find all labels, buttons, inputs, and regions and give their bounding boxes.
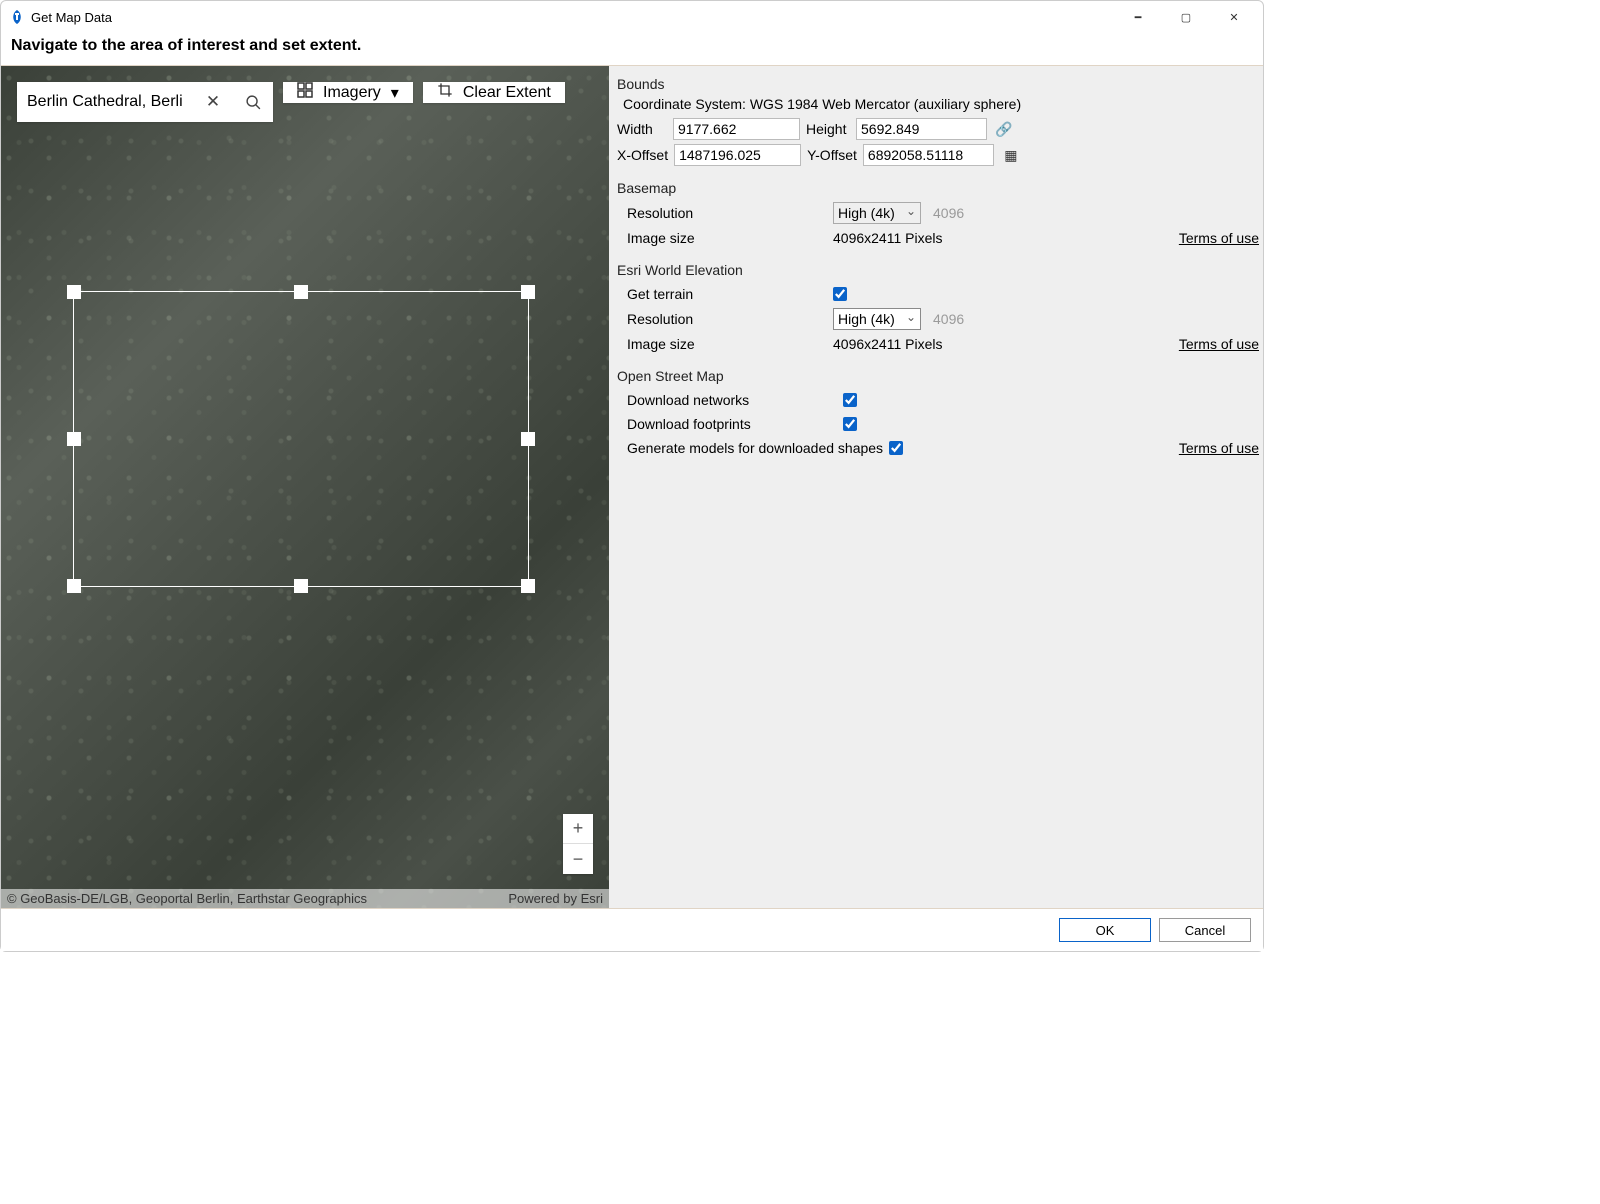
zoom-out-button[interactable]: − <box>563 844 593 874</box>
qr-icon[interactable]: ▦ <box>1000 147 1022 164</box>
osm-title: Open Street Map <box>615 364 1259 388</box>
basemap-res-label: Resolution <box>627 205 827 221</box>
search-group: ✕ <box>17 82 273 122</box>
close-button[interactable]: ✕ <box>1213 1 1255 33</box>
xoffset-input[interactable] <box>674 144 801 166</box>
elevation-title: Esri World Elevation <box>615 258 1259 282</box>
basemap-title: Basemap <box>615 176 1259 200</box>
bounds-title: Bounds <box>615 72 1259 96</box>
basemap-grid-icon <box>297 82 313 103</box>
extent-rectangle[interactable] <box>73 291 529 587</box>
cancel-button[interactable]: Cancel <box>1159 918 1251 942</box>
width-input[interactable] <box>673 118 800 140</box>
zoom-control: + − <box>563 814 593 874</box>
basemap-size-value: 4096x2411 Pixels <box>833 230 942 246</box>
yoffset-input[interactable] <box>863 144 994 166</box>
osm-generate-label: Generate models for downloaded shapes <box>627 440 883 456</box>
attribution-bar: © GeoBasis-DE/LGB, Geoportal Berlin, Ear… <box>1 889 609 908</box>
search-icon[interactable] <box>233 82 273 122</box>
map-panel[interactable]: ✕ Imagery ▾ Clear Extent <box>1 66 609 908</box>
app-icon <box>9 9 25 25</box>
elev-terms-link[interactable]: Terms of use <box>1179 336 1259 352</box>
osm-networks-label: Download networks <box>627 392 837 408</box>
map-toolbar: ✕ Imagery ▾ Clear Extent <box>17 82 565 122</box>
extent-handle-top-mid[interactable] <box>294 285 308 299</box>
extent-handle-top-left[interactable] <box>67 285 81 299</box>
elev-res-label: Resolution <box>627 311 827 327</box>
terrain-label: Get terrain <box>627 286 827 302</box>
chevron-down-icon: ▾ <box>391 83 399 103</box>
basemap-res-px: 4096 <box>933 205 964 221</box>
main-area: ✕ Imagery ▾ Clear Extent <box>1 65 1263 909</box>
clear-extent-label: Clear Extent <box>463 84 551 102</box>
height-input[interactable] <box>856 118 987 140</box>
instruction-text: Navigate to the area of interest and set… <box>1 33 1263 65</box>
osm-footprints-checkbox[interactable] <box>843 417 857 431</box>
extent-handle-mid-right[interactable] <box>521 432 535 446</box>
basemap-terms-link[interactable]: Terms of use <box>1179 230 1259 246</box>
clear-extent-button[interactable]: Clear Extent <box>423 82 565 103</box>
osm-networks-checkbox[interactable] <box>843 393 857 407</box>
settings-panel: Bounds Coordinate System: WGS 1984 Web M… <box>609 66 1263 908</box>
crop-icon <box>437 82 453 103</box>
clear-search-icon[interactable]: ✕ <box>193 82 233 122</box>
basemap-label: Imagery <box>323 84 381 102</box>
width-label: Width <box>617 121 667 137</box>
titlebar: Get Map Data ━ ▢ ✕ <box>1 1 1263 33</box>
window-title: Get Map Data <box>31 10 1111 25</box>
basemap-size-label: Image size <box>627 230 827 246</box>
elev-res-px: 4096 <box>933 311 964 327</box>
osm-footprints-label: Download footprints <box>627 416 837 432</box>
zoom-in-button[interactable]: + <box>563 814 593 844</box>
extent-handle-top-right[interactable] <box>521 285 535 299</box>
osm-generate-checkbox[interactable] <box>889 441 903 455</box>
maximize-button[interactable]: ▢ <box>1165 1 1207 33</box>
link-wh-icon[interactable]: 🔗 <box>993 121 1015 138</box>
elev-res-select[interactable]: High (4k) <box>833 308 921 330</box>
extent-handle-bottom-left[interactable] <box>67 579 81 593</box>
extent-handle-bottom-mid[interactable] <box>294 579 308 593</box>
attribution-left: © GeoBasis-DE/LGB, Geoportal Berlin, Ear… <box>7 891 367 906</box>
terrain-checkbox[interactable] <box>833 287 847 301</box>
osm-terms-link[interactable]: Terms of use <box>1179 440 1259 456</box>
basemap-res-select[interactable]: High (4k) <box>833 202 921 224</box>
search-input[interactable] <box>17 82 193 122</box>
coord-system-label: Coordinate System: WGS 1984 Web Mercator… <box>615 96 1259 112</box>
yoffset-label: Y-Offset <box>807 147 857 163</box>
elev-size-label: Image size <box>627 336 827 352</box>
extent-handle-mid-left[interactable] <box>67 432 81 446</box>
minimize-button[interactable]: ━ <box>1117 1 1159 33</box>
ok-button[interactable]: OK <box>1059 918 1151 942</box>
footer: OK Cancel <box>1 909 1263 951</box>
xoffset-label: X-Offset <box>617 147 668 163</box>
elev-size-value: 4096x2411 Pixels <box>833 336 942 352</box>
attribution-right: Powered by Esri <box>508 891 603 906</box>
height-label: Height <box>806 121 850 137</box>
basemap-selector[interactable]: Imagery ▾ <box>283 82 413 103</box>
extent-handle-bottom-right[interactable] <box>521 579 535 593</box>
